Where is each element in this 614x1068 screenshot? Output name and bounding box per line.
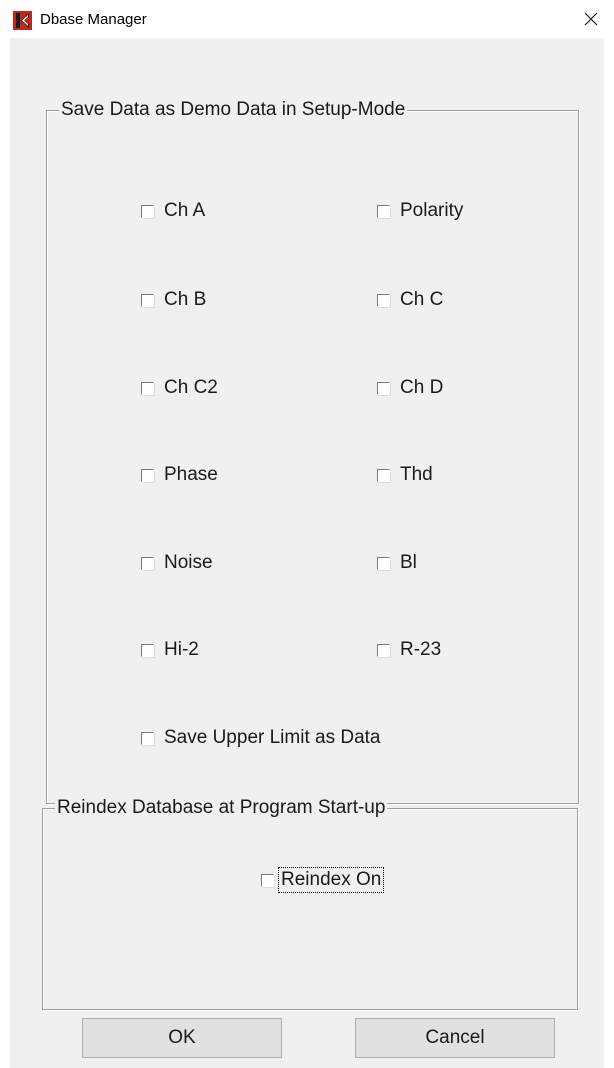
checkbox-label: Thd: [400, 464, 433, 485]
checkbox-thd[interactable]: Thd: [377, 464, 433, 486]
checkbox-label: Ch C2: [164, 377, 218, 398]
checkbox-label: R-23: [400, 639, 442, 660]
reindex-groupbox: Reindex Database at Program Start-up Rei…: [42, 797, 578, 1010]
reindex-group-label: Reindex Database at Program Start-up: [55, 797, 388, 819]
checkbox-label: Save Upper Limit as Data: [164, 727, 381, 748]
title-bar[interactable]: Dbase Manager: [0, 0, 614, 38]
checkbox-label: Ch C: [400, 289, 444, 310]
checkbox-box[interactable]: [141, 381, 154, 395]
demo-data-groupbox: Save Data as Demo Data in Setup-Mode Ch …: [46, 99, 579, 804]
checkbox-ch-b[interactable]: Ch B: [141, 289, 206, 311]
checkbox-box[interactable]: [377, 204, 390, 218]
checkbox-label: Ch A: [164, 200, 206, 221]
app-logo-icon: [13, 11, 32, 30]
checkbox-box[interactable]: [377, 556, 390, 570]
checkbox-ch-c2[interactable]: Ch C2: [141, 377, 218, 399]
checkbox-label: Ch B: [164, 289, 207, 310]
checkbox-ch-d[interactable]: Ch D: [377, 377, 443, 399]
checkbox-label: Ch D: [400, 377, 444, 398]
checkbox-polarity[interactable]: Polarity: [377, 200, 463, 222]
checkbox-box[interactable]: [141, 643, 154, 657]
checkbox-hi-2[interactable]: Hi-2: [141, 639, 199, 661]
checkbox-label: Phase: [164, 464, 218, 485]
checkbox-phase[interactable]: Phase: [141, 464, 218, 486]
checkbox-label: Noise: [164, 552, 213, 573]
checkbox-box[interactable]: [141, 468, 154, 482]
checkbox-box[interactable]: [141, 293, 154, 307]
checkbox-bl[interactable]: Bl: [377, 552, 417, 574]
checkbox-label: Hi-2: [164, 639, 199, 660]
dialog-client-area: Save Data as Demo Data in Setup-Mode Ch …: [10, 38, 604, 1068]
checkbox-noise[interactable]: Noise: [141, 552, 213, 574]
close-button[interactable]: [568, 0, 614, 38]
checkbox-ch-a[interactable]: Ch A: [141, 200, 205, 222]
checkbox-box[interactable]: [377, 468, 390, 482]
demo-data-group-label: Save Data as Demo Data in Setup-Mode: [59, 99, 408, 121]
checkbox-box[interactable]: [377, 293, 390, 307]
checkbox-box[interactable]: [261, 873, 274, 887]
checkbox-label: Reindex On: [277, 867, 385, 893]
cancel-button[interactable]: Cancel: [355, 1018, 555, 1058]
close-icon: [584, 12, 598, 26]
checkbox-box[interactable]: [141, 731, 154, 745]
checkbox-save-upper-limit[interactable]: Save Upper Limit as Data: [141, 727, 381, 749]
checkbox-box[interactable]: [377, 643, 390, 657]
checkbox-box[interactable]: [141, 556, 154, 570]
dbase-manager-window: Dbase Manager Save Data as Demo Data in …: [0, 0, 614, 1068]
checkbox-r-23[interactable]: R-23: [377, 639, 441, 661]
checkbox-box[interactable]: [377, 381, 390, 395]
checkbox-label: Polarity: [400, 200, 464, 221]
checkbox-box[interactable]: [141, 204, 154, 218]
window-title: Dbase Manager: [40, 11, 147, 28]
ok-button[interactable]: OK: [82, 1018, 282, 1058]
checkbox-label: Bl: [400, 552, 417, 573]
checkbox-ch-c[interactable]: Ch C: [377, 289, 443, 311]
checkbox-reindex-on[interactable]: Reindex On: [261, 867, 385, 893]
